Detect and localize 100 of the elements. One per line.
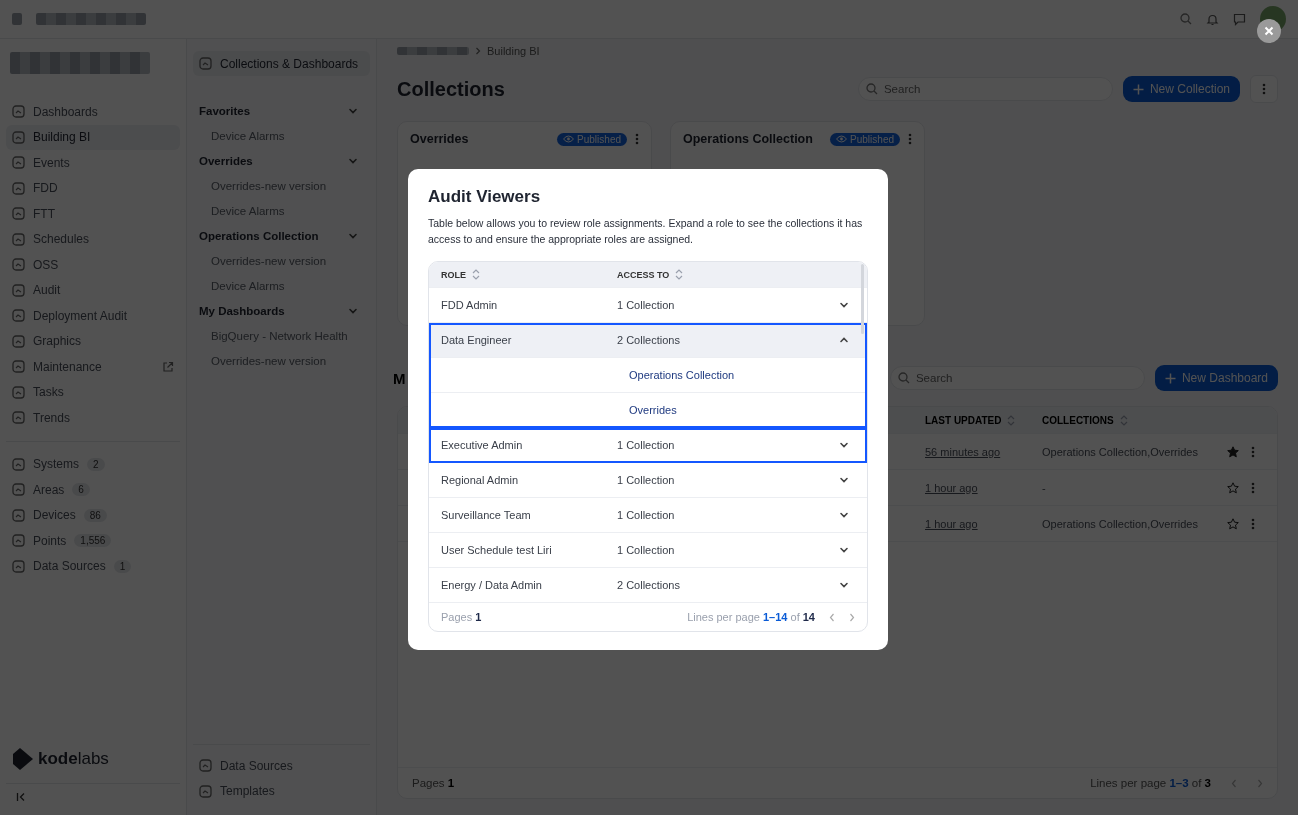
sidebar-item[interactable]: FTT — [6, 201, 180, 227]
sidebar-item[interactable]: Events — [6, 150, 180, 176]
chevron-down-icon[interactable] — [839, 510, 849, 520]
star-icon[interactable] — [1227, 445, 1239, 458]
column-header[interactable]: ROLE — [441, 269, 466, 280]
eye-icon — [563, 135, 575, 143]
blurred-breadcrumb — [397, 47, 469, 55]
table-cell-text: Operations Collection,Overrides — [1042, 445, 1199, 458]
group-header[interactable]: Operations Collection — [193, 223, 370, 248]
sidebar-item[interactable]: FDD — [6, 175, 180, 201]
panel-link[interactable]: Data Sources — [193, 753, 370, 779]
kebab-icon[interactable] — [1251, 517, 1255, 530]
access-cell-text: 1 Collection — [617, 474, 676, 486]
sidebar-item[interactable]: Audit — [6, 277, 180, 303]
table-cell-text: - — [1042, 481, 1047, 494]
sidebar-item[interactable]: Graphics — [6, 328, 180, 354]
chevron-down-icon[interactable] — [839, 300, 849, 310]
chevron-right-icon[interactable] — [1257, 778, 1263, 788]
status-badge: Published — [830, 132, 900, 146]
pages-label: Pages 1 — [441, 611, 482, 623]
role-cell-text: Data Engineer — [440, 334, 513, 346]
kebab-icon[interactable] — [908, 133, 912, 145]
square-icon — [12, 156, 25, 170]
column-header[interactable]: COLLECTIONS — [1042, 414, 1114, 426]
square-icon — [12, 385, 25, 399]
collapse-icon[interactable] — [16, 792, 26, 802]
page-title: Collections — [397, 77, 505, 101]
search-icon — [1180, 13, 1192, 25]
square-icon — [12, 258, 25, 272]
access-cell-text: 1 Collection — [617, 509, 676, 521]
sort-icon[interactable] — [675, 269, 684, 280]
kebab-icon[interactable] — [635, 133, 639, 145]
external-link-icon[interactable] — [162, 360, 174, 373]
brand-logo-icon — [12, 747, 34, 771]
collection-link[interactable]: Operations Collection — [629, 369, 735, 381]
last-updated-link[interactable]: 56 minutes ago — [925, 445, 1001, 458]
status-badge: Published — [557, 132, 627, 146]
sidebar-item[interactable]: Trends — [6, 405, 180, 431]
dialog-title: Audit Viewers — [428, 187, 542, 207]
sort-icon[interactable] — [1007, 414, 1016, 426]
star-icon[interactable] — [1227, 481, 1239, 494]
chevron-left-icon[interactable] — [829, 612, 835, 622]
chevron-left-icon[interactable] — [1231, 778, 1237, 788]
square-icon — [12, 232, 25, 246]
square-icon — [12, 309, 25, 323]
sort-icon[interactable] — [472, 269, 480, 280]
role-cell-text: User Schedule test Liri — [440, 544, 553, 556]
chevron-right-icon[interactable] — [849, 612, 855, 622]
square-icon — [12, 360, 25, 374]
chevron-down-icon[interactable] — [839, 475, 849, 485]
sidebar-item[interactable]: Tasks — [6, 379, 180, 405]
scrollbar[interactable] — [861, 264, 864, 334]
new-collection-button[interactable]: New Collection — [1122, 76, 1240, 102]
square-icon — [199, 57, 212, 70]
kebab-icon[interactable] — [1251, 481, 1255, 494]
square-icon — [12, 508, 25, 522]
close-icon — [1264, 26, 1274, 36]
brand-name: kodelabs — [38, 749, 109, 769]
square-icon — [12, 207, 25, 221]
count-badge: 1 — [113, 559, 132, 573]
lines-per-page: Lines per page 1–14 of 14 — [687, 611, 815, 623]
role-cell-text: Energy / Data Admin — [440, 579, 543, 591]
access-cell-text: 2 Collections — [617, 579, 681, 591]
group-header[interactable]: My Dashboards — [193, 298, 370, 323]
kebab-icon[interactable] — [1251, 445, 1255, 458]
sidebar-item[interactable]: Building BI — [6, 124, 180, 150]
square-icon — [12, 411, 25, 425]
sidebar-item[interactable]: Deployment Audit — [6, 303, 180, 329]
group-header[interactable]: Overrides — [193, 148, 370, 173]
collection-link[interactable]: Overrides — [629, 404, 677, 416]
sidebar-item[interactable]: OSS — [6, 252, 180, 278]
square-icon — [12, 457, 25, 471]
panel-link[interactable]: Templates — [193, 778, 370, 804]
square-icon — [12, 130, 25, 144]
chat-icon[interactable] — [1233, 12, 1246, 26]
column-header[interactable]: LAST UPDATED — [925, 414, 1002, 426]
square-icon — [12, 105, 25, 119]
new-dashboard-button[interactable]: New Dashboard — [1154, 365, 1278, 391]
column-header[interactable]: ACCESS TO — [617, 269, 670, 280]
bell-icon[interactable] — [1206, 12, 1219, 26]
close-button[interactable] — [1257, 19, 1281, 43]
role-cell-text: Surveillance Team — [440, 509, 532, 521]
sidebar-item[interactable]: Dashboards — [6, 99, 180, 125]
access-cell-text: 1 Collection — [617, 299, 676, 311]
star-icon[interactable] — [1227, 517, 1239, 530]
plus-icon — [1132, 83, 1144, 95]
collections-tab[interactable]: Collections & Dashboards — [193, 51, 370, 76]
kebab-icon[interactable] — [1262, 83, 1266, 95]
group-header[interactable]: Favorites — [193, 98, 370, 123]
sidebar-item[interactable]: Schedules — [6, 226, 180, 252]
sort-icon[interactable] — [1119, 414, 1128, 426]
chevron-down-icon[interactable] — [839, 440, 849, 450]
chevron-down-icon[interactable] — [839, 580, 849, 590]
square-icon — [12, 559, 25, 573]
chevron-right-icon — [475, 47, 481, 55]
chevron-up-icon[interactable] — [839, 335, 849, 345]
sidebar-item[interactable]: Data Sources 1 — [6, 553, 180, 579]
table-cell-text: Operations Collection,Overrides — [1042, 517, 1199, 530]
chevron-down-icon[interactable] — [839, 545, 849, 555]
sidebar-item[interactable]: Maintenance — [6, 354, 180, 380]
